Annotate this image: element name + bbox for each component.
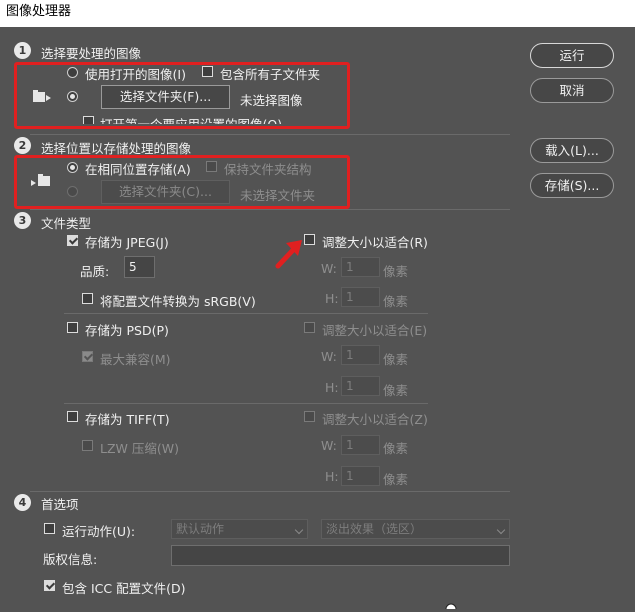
tiff-resize-checkbox[interactable]: [304, 411, 315, 422]
save-tiff-label[interactable]: 存储为 TIFF(T): [85, 409, 170, 428]
chevron-down-icon: [496, 525, 506, 535]
run-action-checkbox[interactable]: [44, 523, 55, 534]
action-set-value: 默认动作: [176, 522, 225, 536]
save-psd-label[interactable]: 存储为 PSD(P): [85, 320, 169, 339]
save-tiff-checkbox[interactable]: [67, 411, 78, 422]
psd-resize-checkbox[interactable]: [304, 322, 315, 333]
section3-separator: [30, 491, 510, 492]
save-psd-checkbox[interactable]: [67, 322, 78, 333]
psd-width-unit: 像素: [383, 352, 409, 367]
run-button[interactable]: 运行: [530, 43, 614, 68]
jpeg-separator: [64, 313, 428, 314]
section3-number-badge: 3: [14, 212, 31, 229]
tiff-width-label: W:: [321, 438, 337, 453]
psd-resize-label: 调整大小以适合(E): [322, 323, 428, 338]
section4-title: 首选项: [41, 497, 79, 512]
tiff-width-unit: 像素: [383, 441, 409, 456]
highlight-box-section1: [14, 62, 350, 129]
psd-height-label: H:: [325, 380, 339, 395]
tiff-height-label: H:: [325, 469, 339, 484]
quality-input[interactable]: 5: [124, 256, 155, 278]
psd-separator: [64, 403, 428, 404]
action-set-dropdown[interactable]: 默认动作: [171, 519, 308, 539]
max-compat-label: 最大兼容(M): [100, 352, 171, 367]
action-value: 淡出效果（选区）: [326, 522, 423, 536]
jpeg-height-unit: 像素: [383, 294, 409, 309]
quality-label: 品质:: [80, 264, 110, 279]
psd-height-unit: 像素: [383, 383, 409, 398]
chevron-down-icon: [294, 525, 304, 535]
save-settings-button[interactable]: 存储(S)...: [530, 173, 614, 198]
window-title: 图像处理器: [6, 4, 72, 19]
copyright-input[interactable]: [171, 545, 510, 566]
jpeg-width-label: W:: [321, 261, 337, 276]
red-arrow-icon: [272, 237, 308, 271]
jpeg-resize-label[interactable]: 调整大小以适合(R): [322, 232, 428, 251]
section2-separator: [30, 209, 510, 210]
cancel-button[interactable]: 取消: [530, 78, 614, 103]
convert-srgb-label[interactable]: 将配置文件转换为 sRGB(V): [100, 291, 256, 310]
section4-number-badge: 4: [14, 494, 31, 511]
tiff-height-unit: 像素: [383, 472, 409, 487]
lzw-checkbox[interactable]: [82, 440, 93, 451]
max-compat-checkbox[interactable]: [82, 351, 93, 362]
jpeg-width-input[interactable]: 1: [341, 257, 380, 277]
psd-width-label: W:: [321, 349, 337, 364]
convert-srgb-checkbox[interactable]: [82, 293, 93, 304]
section3-title: 文件类型: [41, 216, 92, 231]
tiff-width-input[interactable]: 1: [341, 435, 380, 455]
load-button[interactable]: 载入(L)...: [530, 138, 614, 163]
section1-separator: [30, 134, 510, 135]
include-icc-checkbox[interactable]: [44, 580, 55, 591]
action-dropdown[interactable]: 淡出效果（选区）: [321, 519, 510, 539]
lzw-label: LZW 压缩(W): [100, 441, 179, 456]
include-icc-label[interactable]: 包含 ICC 配置文件(D): [62, 578, 185, 597]
copyright-label: 版权信息:: [43, 552, 98, 567]
section1-number-badge: 1: [14, 42, 31, 59]
run-action-label[interactable]: 运行动作(U):: [62, 521, 135, 540]
tiff-resize-label: 调整大小以适合(Z): [322, 412, 428, 427]
psd-height-input[interactable]: 1: [341, 376, 380, 396]
cursor-icon: [445, 597, 457, 612]
window-titlebar: 图像处理器: [0, 0, 635, 27]
jpeg-height-input[interactable]: 1: [341, 287, 380, 307]
psd-width-input[interactable]: 1: [341, 345, 380, 365]
save-jpeg-label[interactable]: 存储为 JPEG(J): [85, 232, 169, 251]
save-jpeg-checkbox[interactable]: [67, 235, 78, 246]
section2-number-badge: 2: [14, 137, 31, 154]
tiff-height-input[interactable]: 1: [341, 466, 380, 486]
jpeg-width-unit: 像素: [383, 264, 409, 279]
jpeg-height-label: H:: [325, 291, 339, 306]
section1-title: 选择要处理的图像: [41, 46, 142, 61]
highlight-box-section2: [14, 155, 350, 209]
